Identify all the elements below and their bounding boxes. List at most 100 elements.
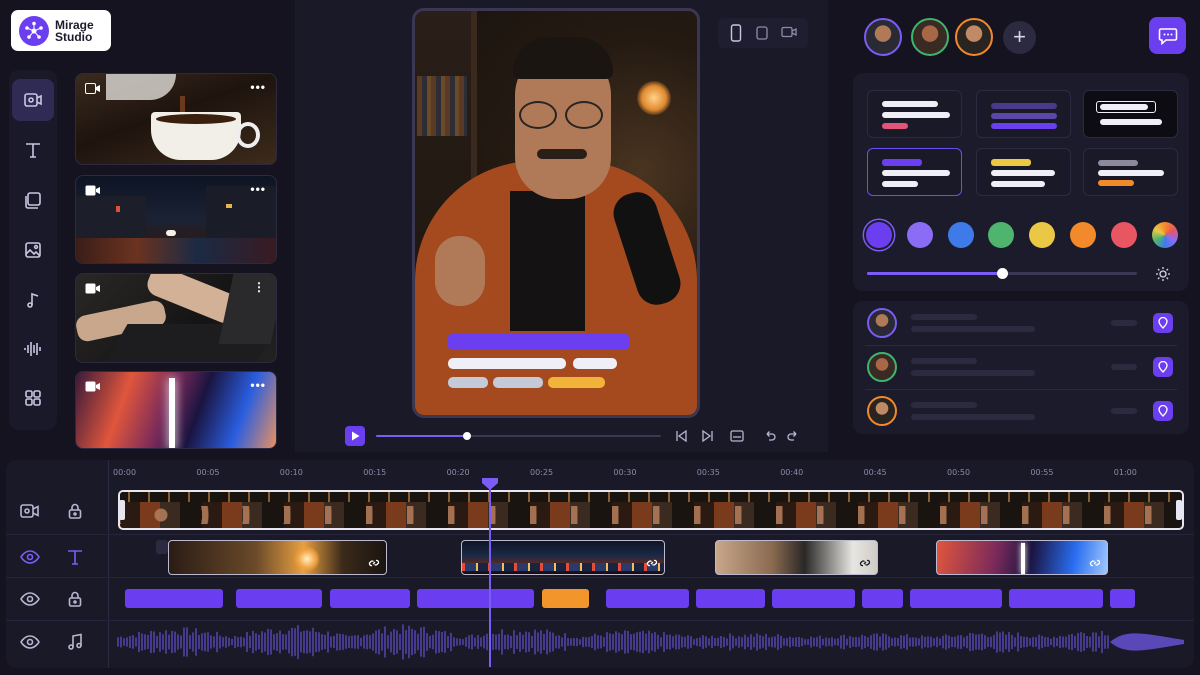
caption-track-lock[interactable] <box>63 587 87 611</box>
collaborator-avatar[interactable] <box>955 18 993 56</box>
clip-menu-icon[interactable]: ••• <box>250 80 266 94</box>
playhead[interactable] <box>489 483 491 667</box>
video-track-toggle[interactable] <box>18 499 42 523</box>
play-icon <box>351 431 359 441</box>
camera-icon <box>24 93 42 107</box>
music-tool-button[interactable] <box>12 279 54 321</box>
camera-icon[interactable] <box>781 26 797 38</box>
location-pin-button[interactable] <box>1153 357 1173 377</box>
media-clip-gradient-light[interactable]: ••• <box>75 371 277 449</box>
media-clip-city-night[interactable]: ••• <box>75 175 277 264</box>
media-clip-coffee[interactable]: ••• <box>75 73 277 165</box>
audio-waveform[interactable] <box>116 620 1184 664</box>
app-logo: Mirage Studio <box>11 10 111 51</box>
brightness-icon[interactable] <box>1155 266 1171 282</box>
speaker-row[interactable] <box>853 389 1189 433</box>
redo-icon[interactable] <box>787 430 799 442</box>
time-tick-label: 00:20 <box>446 468 470 477</box>
caption-segment[interactable] <box>125 589 223 608</box>
caption-segment-active[interactable] <box>542 589 589 608</box>
phone-icon[interactable] <box>730 24 742 42</box>
caption-segment[interactable] <box>417 589 534 608</box>
playhead-handle[interactable] <box>481 477 499 491</box>
clip-menu-icon[interactable]: ⋮ <box>253 280 266 294</box>
location-pin-icon <box>1158 317 1168 329</box>
audio-track-type[interactable] <box>63 630 87 654</box>
layers-tool-button[interactable] <box>12 179 54 221</box>
caption-segment[interactable] <box>772 589 855 608</box>
video-preview[interactable] <box>412 8 700 418</box>
clip-menu-icon[interactable]: ••• <box>250 182 266 196</box>
text-styles-panel <box>853 73 1189 291</box>
speaker-avatar <box>867 352 897 382</box>
color-swatch[interactable] <box>1151 222 1178 248</box>
camera-tool-button[interactable] <box>12 79 54 121</box>
text-style-preset[interactable] <box>976 148 1071 196</box>
video-track-lock[interactable] <box>63 499 87 523</box>
undo-icon[interactable] <box>764 430 776 442</box>
time-tick-label: 01:00 <box>1113 468 1137 477</box>
text-tool-button[interactable] <box>12 129 54 171</box>
speaker-row[interactable] <box>853 345 1189 389</box>
text-style-preset-selected[interactable] <box>867 148 962 196</box>
time-tick-label: 00:45 <box>863 468 887 477</box>
link-icon <box>368 559 380 567</box>
text-track-type[interactable] <box>63 545 87 569</box>
broll-clip-typing[interactable] <box>715 540 878 575</box>
caption-segment[interactable] <box>330 589 410 608</box>
caption-segment[interactable] <box>236 589 322 608</box>
location-pin-button[interactable] <box>1153 401 1173 421</box>
text-style-preset[interactable] <box>867 90 962 138</box>
image-tool-button[interactable] <box>12 229 54 271</box>
caption-segment[interactable] <box>1009 589 1103 608</box>
caption-segment[interactable] <box>862 589 903 608</box>
chat-button[interactable] <box>1149 17 1186 54</box>
broll-clip-coffee[interactable] <box>168 540 387 575</box>
caption-track-visibility[interactable] <box>18 587 42 611</box>
audio-tool-button[interactable] <box>12 328 54 370</box>
playback-controls <box>340 424 810 448</box>
time-tick-label: 00:30 <box>613 468 637 477</box>
play-button[interactable] <box>345 426 365 446</box>
add-collaborator-button[interactable]: + <box>1003 21 1036 54</box>
trim-handle-right[interactable] <box>1176 500 1182 520</box>
color-swatch[interactable] <box>866 222 892 248</box>
text-track-visibility[interactable] <box>18 545 42 569</box>
broll-clip-city[interactable] <box>461 540 665 575</box>
color-swatch[interactable] <box>1029 222 1056 248</box>
apps-tool-button[interactable] <box>12 377 54 419</box>
caption-title-bar[interactable] <box>448 334 629 350</box>
tablet-icon[interactable] <box>756 26 768 40</box>
collaborator-avatar[interactable] <box>864 18 902 56</box>
time-tick-label: 00:35 <box>696 468 720 477</box>
media-clip-typing-laptop[interactable]: ⋮ <box>75 273 277 363</box>
eye-icon <box>20 550 40 564</box>
scrub-track[interactable] <box>376 432 661 440</box>
speaker-row[interactable] <box>853 301 1189 345</box>
caption-segment[interactable] <box>696 589 765 608</box>
collaborator-avatar[interactable] <box>911 18 949 56</box>
location-pin-button[interactable] <box>1153 313 1173 333</box>
main-video-clip[interactable] <box>118 490 1184 530</box>
trim-handle-left[interactable] <box>119 500 125 520</box>
color-swatch[interactable] <box>1070 222 1096 248</box>
slider-handle[interactable] <box>997 268 1008 279</box>
caption-segment[interactable] <box>910 589 1002 608</box>
color-swatch[interactable] <box>906 222 933 248</box>
text-style-preset[interactable] <box>1083 148 1178 196</box>
caption-segment[interactable] <box>1110 589 1135 608</box>
color-swatch[interactable] <box>947 222 974 248</box>
color-swatch[interactable] <box>1110 222 1137 248</box>
skip-back-icon[interactable] <box>676 430 688 442</box>
caption-segment[interactable] <box>606 589 689 608</box>
scrub-handle[interactable] <box>463 432 472 440</box>
subtitles-icon[interactable] <box>730 430 744 442</box>
clip-menu-icon[interactable]: ••• <box>250 378 266 392</box>
intensity-slider[interactable] <box>867 268 1137 279</box>
skip-forward-icon[interactable] <box>701 430 713 442</box>
broll-clip-gradient[interactable] <box>936 540 1108 575</box>
link-icon <box>859 559 871 567</box>
text-style-preset[interactable] <box>976 90 1071 138</box>
audio-track-visibility[interactable] <box>18 630 42 654</box>
text-style-preset[interactable] <box>1083 90 1178 138</box>
